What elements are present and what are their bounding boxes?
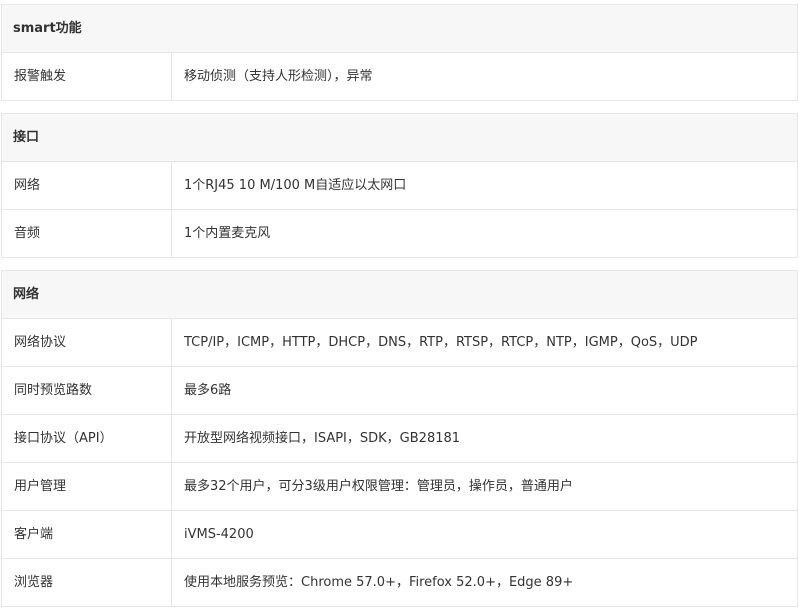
- spec-row: 接口协议（API） 开放型网络视频接口，ISAPI，SDK，GB28181: [2, 415, 797, 463]
- spec-row: 客户端 iVMS-4200: [2, 511, 797, 559]
- spec-value: 1个内置麦克风: [184, 226, 271, 241]
- spec-value: 移动侦测（支持人形检测），异常: [184, 69, 373, 84]
- spec-value: 1个RJ45 10 M/100 M自适应以太网口: [184, 178, 407, 193]
- spec-row: 报警触发 移动侦测（支持人形检测），异常: [2, 53, 797, 100]
- spec-row: 网络协议 TCP/IP，ICMP，HTTP，DHCP，DNS，RTP，RTSP，…: [2, 319, 797, 367]
- spec-table: smart功能 报警触发 移动侦测（支持人形检测），异常 接口 网络 1个RJ4…: [1, 4, 798, 607]
- spec-value: iVMS-4200: [184, 527, 254, 542]
- spec-value: 最多32个用户，可分3级用户权限管理：管理员，操作员，普通用户: [184, 479, 573, 494]
- spec-value: 开放型网络视频接口，ISAPI，SDK，GB28181: [184, 431, 461, 446]
- section-interface: 接口 网络 1个RJ45 10 M/100 M自适应以太网口 音频 1个内置麦克…: [1, 113, 798, 258]
- spec-label: 接口协议（API）: [2, 415, 172, 462]
- spec-row: 同时预览路数 最多6路: [2, 367, 797, 415]
- spec-label: 浏览器: [2, 559, 172, 606]
- spec-label: 用户管理: [2, 463, 172, 510]
- spec-row: 用户管理 最多32个用户，可分3级用户权限管理：管理员，操作员，普通用户: [2, 463, 797, 511]
- spec-row: 音频 1个内置麦克风: [2, 210, 797, 257]
- spec-label: 网络: [2, 162, 172, 209]
- section-header: 接口: [2, 114, 797, 162]
- section-network: 网络 网络协议 TCP/IP，ICMP，HTTP，DHCP，DNS，RTP，RT…: [1, 270, 798, 607]
- spec-row: 浏览器 使用本地服务预览：Chrome 57.0+，Firefox 52.0+，…: [2, 559, 797, 606]
- spec-value: 使用本地服务预览：Chrome 57.0+，Firefox 52.0+，Edge…: [184, 575, 574, 590]
- spec-value: 最多6路: [184, 383, 232, 398]
- section-header: smart功能: [2, 5, 797, 53]
- spec-label: 同时预览路数: [2, 367, 172, 414]
- spec-label: 音频: [2, 210, 172, 257]
- spec-label: 网络协议: [2, 319, 172, 366]
- section-smart: smart功能 报警触发 移动侦测（支持人形检测），异常: [1, 4, 798, 101]
- spec-label: 客户端: [2, 511, 172, 558]
- section-header: 网络: [2, 271, 797, 319]
- spec-row: 网络 1个RJ45 10 M/100 M自适应以太网口: [2, 162, 797, 210]
- spec-value: TCP/IP，ICMP，HTTP，DHCP，DNS，RTP，RTSP，RTCP，…: [184, 335, 698, 350]
- spec-label: 报警触发: [2, 53, 172, 100]
